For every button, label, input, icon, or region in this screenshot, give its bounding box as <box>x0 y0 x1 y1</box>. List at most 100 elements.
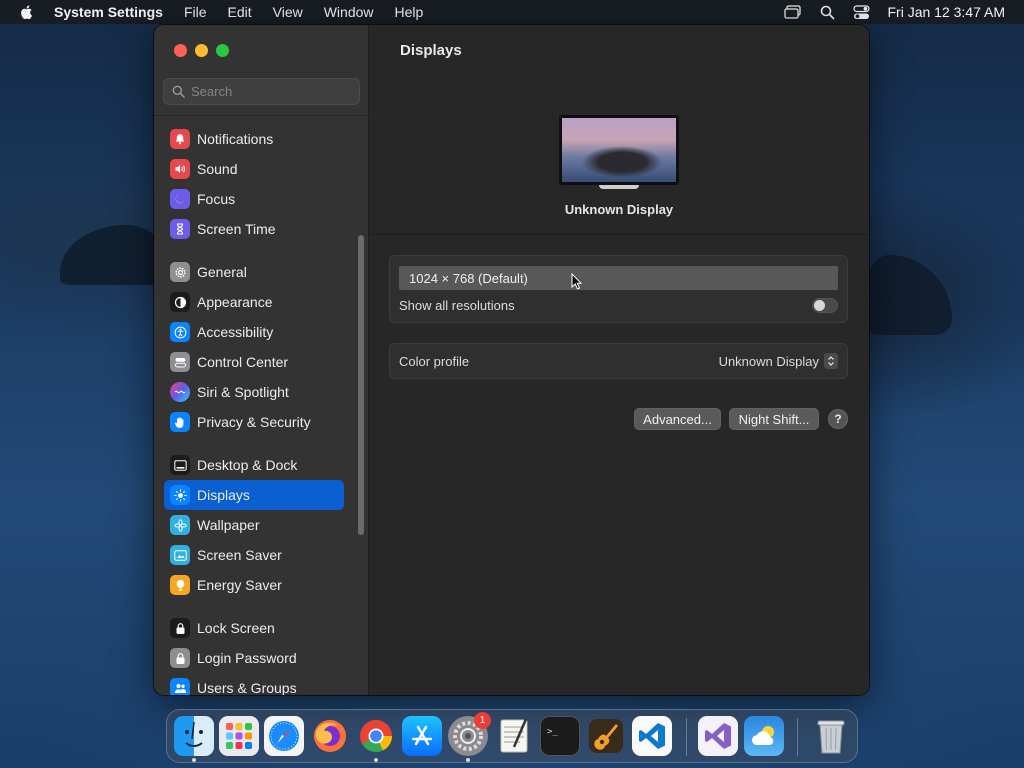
menu-edit[interactable]: Edit <box>228 4 252 20</box>
sidebar-item-label: Displays <box>197 487 250 503</box>
window-controls <box>174 44 229 57</box>
weather-icon[interactable] <box>744 716 784 756</box>
dock-separator <box>797 718 798 756</box>
sidebar-item-sound[interactable]: Sound <box>164 154 344 184</box>
sidebar-item-lock-screen[interactable]: Lock Screen <box>164 613 344 643</box>
sidebar-item-login-password[interactable]: Login Password <box>164 643 344 673</box>
visual-studio-icon[interactable] <box>698 716 738 756</box>
chevron-up-down-icon <box>824 353 838 369</box>
sidebar-item-control-center[interactable]: Control Center <box>164 347 344 377</box>
chrome-icon[interactable] <box>356 716 396 756</box>
firefox-icon[interactable] <box>310 716 350 756</box>
sidebar-item-focus[interactable]: Focus <box>164 184 344 214</box>
menu-app-name[interactable]: System Settings <box>54 4 163 20</box>
users-icon <box>170 678 190 695</box>
trash-icon[interactable] <box>811 716 851 756</box>
lock-icon <box>170 618 190 638</box>
app-store-icon[interactable] <box>402 716 442 756</box>
sidebar-item-label: Focus <box>197 191 236 207</box>
menu-view[interactable]: View <box>273 4 303 20</box>
sidebar-item-label: Users & Groups <box>197 680 297 695</box>
textedit-icon[interactable] <box>494 716 534 756</box>
dock-icon <box>170 455 190 475</box>
sidebar-item-label: Siri & Spotlight <box>197 384 289 400</box>
sun-icon <box>170 485 190 505</box>
apple-icon[interactable] <box>19 4 35 20</box>
vscode-icon[interactable] <box>632 716 672 756</box>
page-title: Displays <box>400 42 462 59</box>
sidebar-item-appearance[interactable]: Appearance <box>164 287 344 317</box>
color-profile-label: Color profile <box>399 354 470 369</box>
menu-file[interactable]: File <box>184 4 207 20</box>
safari-icon[interactable] <box>264 716 304 756</box>
sidebar-item-screen-saver[interactable]: Screen Saver <box>164 540 344 570</box>
toggle-knob <box>814 300 825 311</box>
sidebar-item-label: Wallpaper <box>197 517 260 533</box>
sidebar-item-label: General <box>197 264 247 280</box>
launchpad-icon[interactable] <box>219 716 259 756</box>
sidebar-item-siri-spotlight[interactable]: Siri & Spotlight <box>164 377 344 407</box>
display-name: Unknown Display <box>564 202 674 217</box>
resolution-option-selected[interactable]: 1024 × 768 (Default) <box>399 266 838 290</box>
dock-separator <box>686 718 687 756</box>
sidebar-group-3: Desktop & Dock Displays Wallpaper Screen… <box>164 450 344 600</box>
search-icon <box>172 85 185 98</box>
notification-badge: 1 <box>474 712 491 729</box>
sidebar-item-desktop-dock[interactable]: Desktop & Dock <box>164 450 344 480</box>
help-button[interactable]: ? <box>828 409 848 429</box>
garageband-icon[interactable] <box>586 716 626 756</box>
color-profile-value: Unknown Display <box>718 353 819 369</box>
minimize-button[interactable] <box>195 44 208 57</box>
running-indicator <box>374 758 378 762</box>
sidebar-scrollbar[interactable] <box>358 235 364 535</box>
wallpaper-island-right <box>862 255 952 335</box>
sidebar-item-label: Privacy & Security <box>197 414 311 430</box>
sidebar-item-accessibility[interactable]: Accessibility <box>164 317 344 347</box>
zoom-button[interactable] <box>216 44 229 57</box>
screensaver-icon <box>170 545 190 565</box>
sidebar-item-general[interactable]: General <box>164 257 344 287</box>
svg-text:>_: >_ <box>547 727 558 737</box>
sidebar-group-1: Notifications Sound Focus Screen Time <box>164 124 344 244</box>
sidebar-search[interactable] <box>163 78 360 105</box>
control-center-icon[interactable] <box>852 4 870 20</box>
gear-icon <box>170 262 190 282</box>
color-profile-select[interactable]: Unknown Display <box>719 353 838 369</box>
hourglass-icon <box>170 219 190 239</box>
sidebar-item-label: Screen Saver <box>197 547 282 563</box>
menu-bar-clock[interactable]: Fri Jan 12 3:47 AM <box>887 4 1005 20</box>
sidebar-item-notifications[interactable]: Notifications <box>164 124 344 154</box>
sidebar-item-wallpaper[interactable]: Wallpaper <box>164 510 344 540</box>
sidebar-item-energy-saver[interactable]: Energy Saver <box>164 570 344 600</box>
show-all-resolutions-label: Show all resolutions <box>399 298 515 313</box>
sidebar-item-label: Screen Time <box>197 221 276 237</box>
display-thumbnail[interactable] <box>559 115 679 189</box>
display-wallpaper-preview <box>559 115 679 185</box>
menu-help[interactable]: Help <box>395 4 424 20</box>
finder-icon[interactable] <box>174 716 214 756</box>
close-button[interactable] <box>174 44 187 57</box>
show-all-resolutions-toggle[interactable] <box>812 298 838 313</box>
sidebar-item-label: Desktop & Dock <box>197 457 298 473</box>
padlock-icon <box>170 648 190 668</box>
dock: 1 >_ <box>166 709 858 763</box>
appearance-icon <box>170 292 190 312</box>
screen-mirroring-icon[interactable] <box>784 4 802 20</box>
sidebar-item-displays[interactable]: Displays <box>164 480 344 510</box>
night-shift-button[interactable]: Night Shift... <box>729 408 819 430</box>
advanced-button[interactable]: Advanced... <box>634 408 721 430</box>
search-input[interactable] <box>191 84 351 99</box>
bell-icon <box>170 129 190 149</box>
sidebar-list: Notifications Sound Focus Screen Time Ge… <box>164 124 344 695</box>
sidebar-item-screen-time[interactable]: Screen Time <box>164 214 344 244</box>
sidebar-item-privacy-security[interactable]: Privacy & Security <box>164 407 344 437</box>
sidebar-item-users-groups[interactable]: Users & Groups <box>164 673 344 695</box>
spotlight-search-icon[interactable] <box>818 4 836 20</box>
displays-pane: Displays Unknown Display 1024 × 768 (Def… <box>369 25 869 695</box>
color-profile-panel: Color profile Unknown Display <box>389 343 848 379</box>
terminal-icon[interactable]: >_ <box>540 716 580 756</box>
running-indicator <box>192 758 196 762</box>
menu-window[interactable]: Window <box>324 4 374 20</box>
sidebar-item-label: Lock Screen <box>197 620 275 636</box>
hand-icon <box>170 412 190 432</box>
